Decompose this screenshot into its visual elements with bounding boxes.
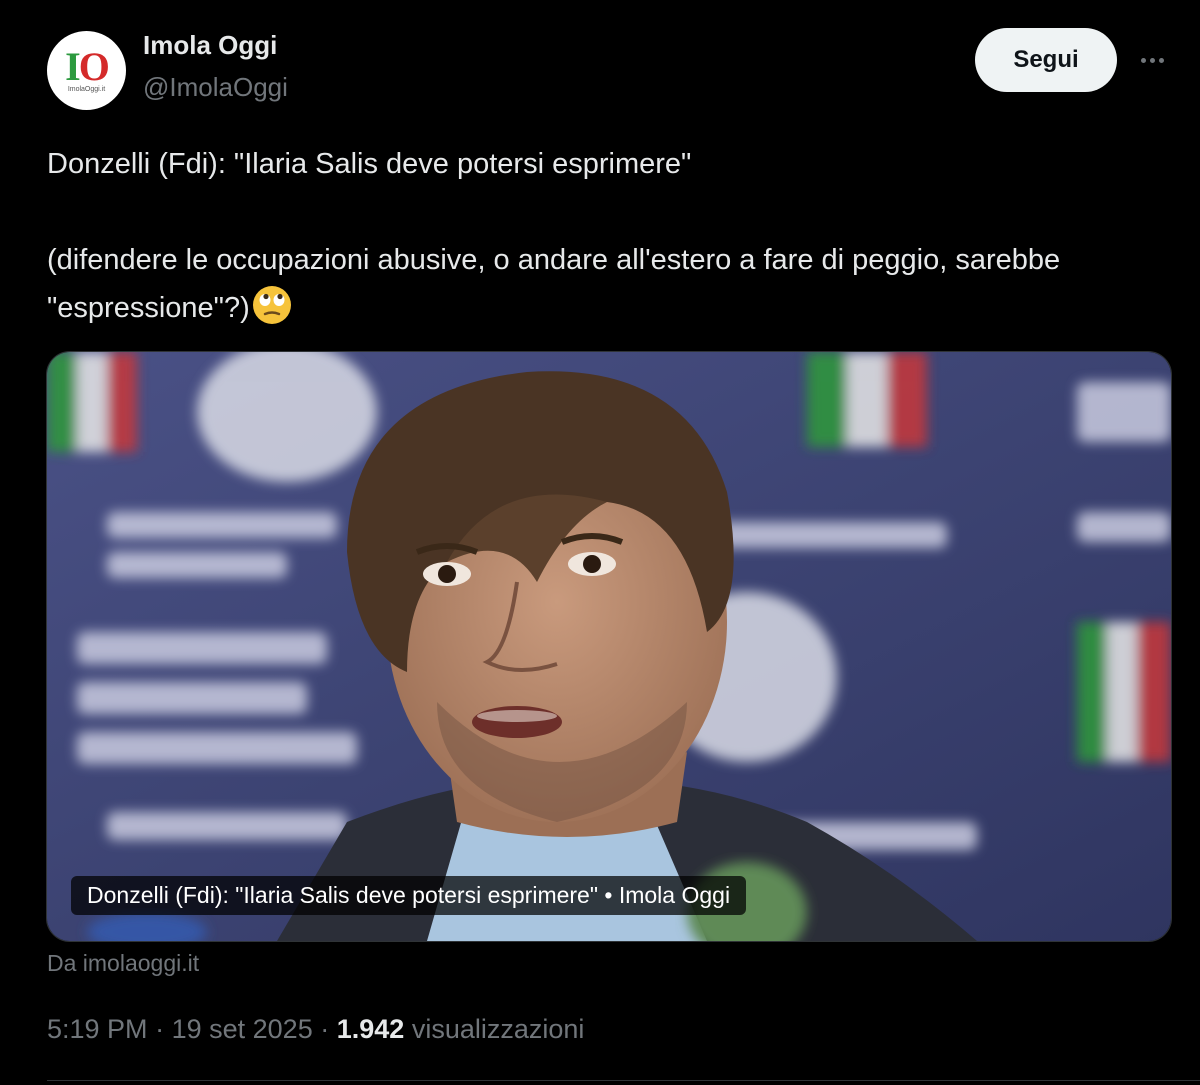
- author-avatar[interactable]: IO ImolaOggi.it: [47, 31, 126, 110]
- more-options-icon[interactable]: [1132, 46, 1172, 74]
- link-card-image[interactable]: [46, 351, 1172, 942]
- author-display-name[interactable]: Imola Oggi: [143, 30, 277, 61]
- link-source[interactable]: Da imolaoggi.it: [47, 950, 199, 977]
- tweet-time[interactable]: 5:19 PM: [47, 1014, 148, 1044]
- tweet-text-line-2-text: (difendere le occupazioni abusive, o and…: [47, 244, 1061, 324]
- views-label: visualizzazioni: [411, 1014, 585, 1044]
- views-count: 1.942: [336, 1014, 405, 1044]
- meta-separator: ·: [320, 1014, 330, 1044]
- article-photo: [47, 352, 1171, 941]
- tweet-date[interactable]: 19 set 2025: [172, 1014, 313, 1044]
- tweet-text-line-2: (difendere le occupazioni abusive, o and…: [47, 236, 1157, 340]
- imolaoggi-logo: IO: [65, 43, 110, 89]
- meta-separator: ·: [155, 1014, 165, 1044]
- author-handle[interactable]: @ImolaOggi: [143, 72, 288, 103]
- follow-button[interactable]: Segui: [975, 28, 1117, 92]
- face-with-rolling-eyes-icon: [252, 285, 292, 340]
- avatar-subtext: ImolaOggi.it: [67, 86, 106, 93]
- tweet-text: Donzelli (Fdi): "Ilaria Salis deve poter…: [47, 140, 1157, 340]
- tweet-metadata: 5:19 PM · 19 set 2025 · 1.942 visualizza…: [47, 1014, 584, 1045]
- divider: [47, 1080, 1200, 1081]
- tweet-text-line-1: Donzelli (Fdi): "Ilaria Salis deve poter…: [47, 148, 692, 180]
- link-card-caption: Donzelli (Fdi): "Ilaria Salis deve poter…: [71, 876, 747, 915]
